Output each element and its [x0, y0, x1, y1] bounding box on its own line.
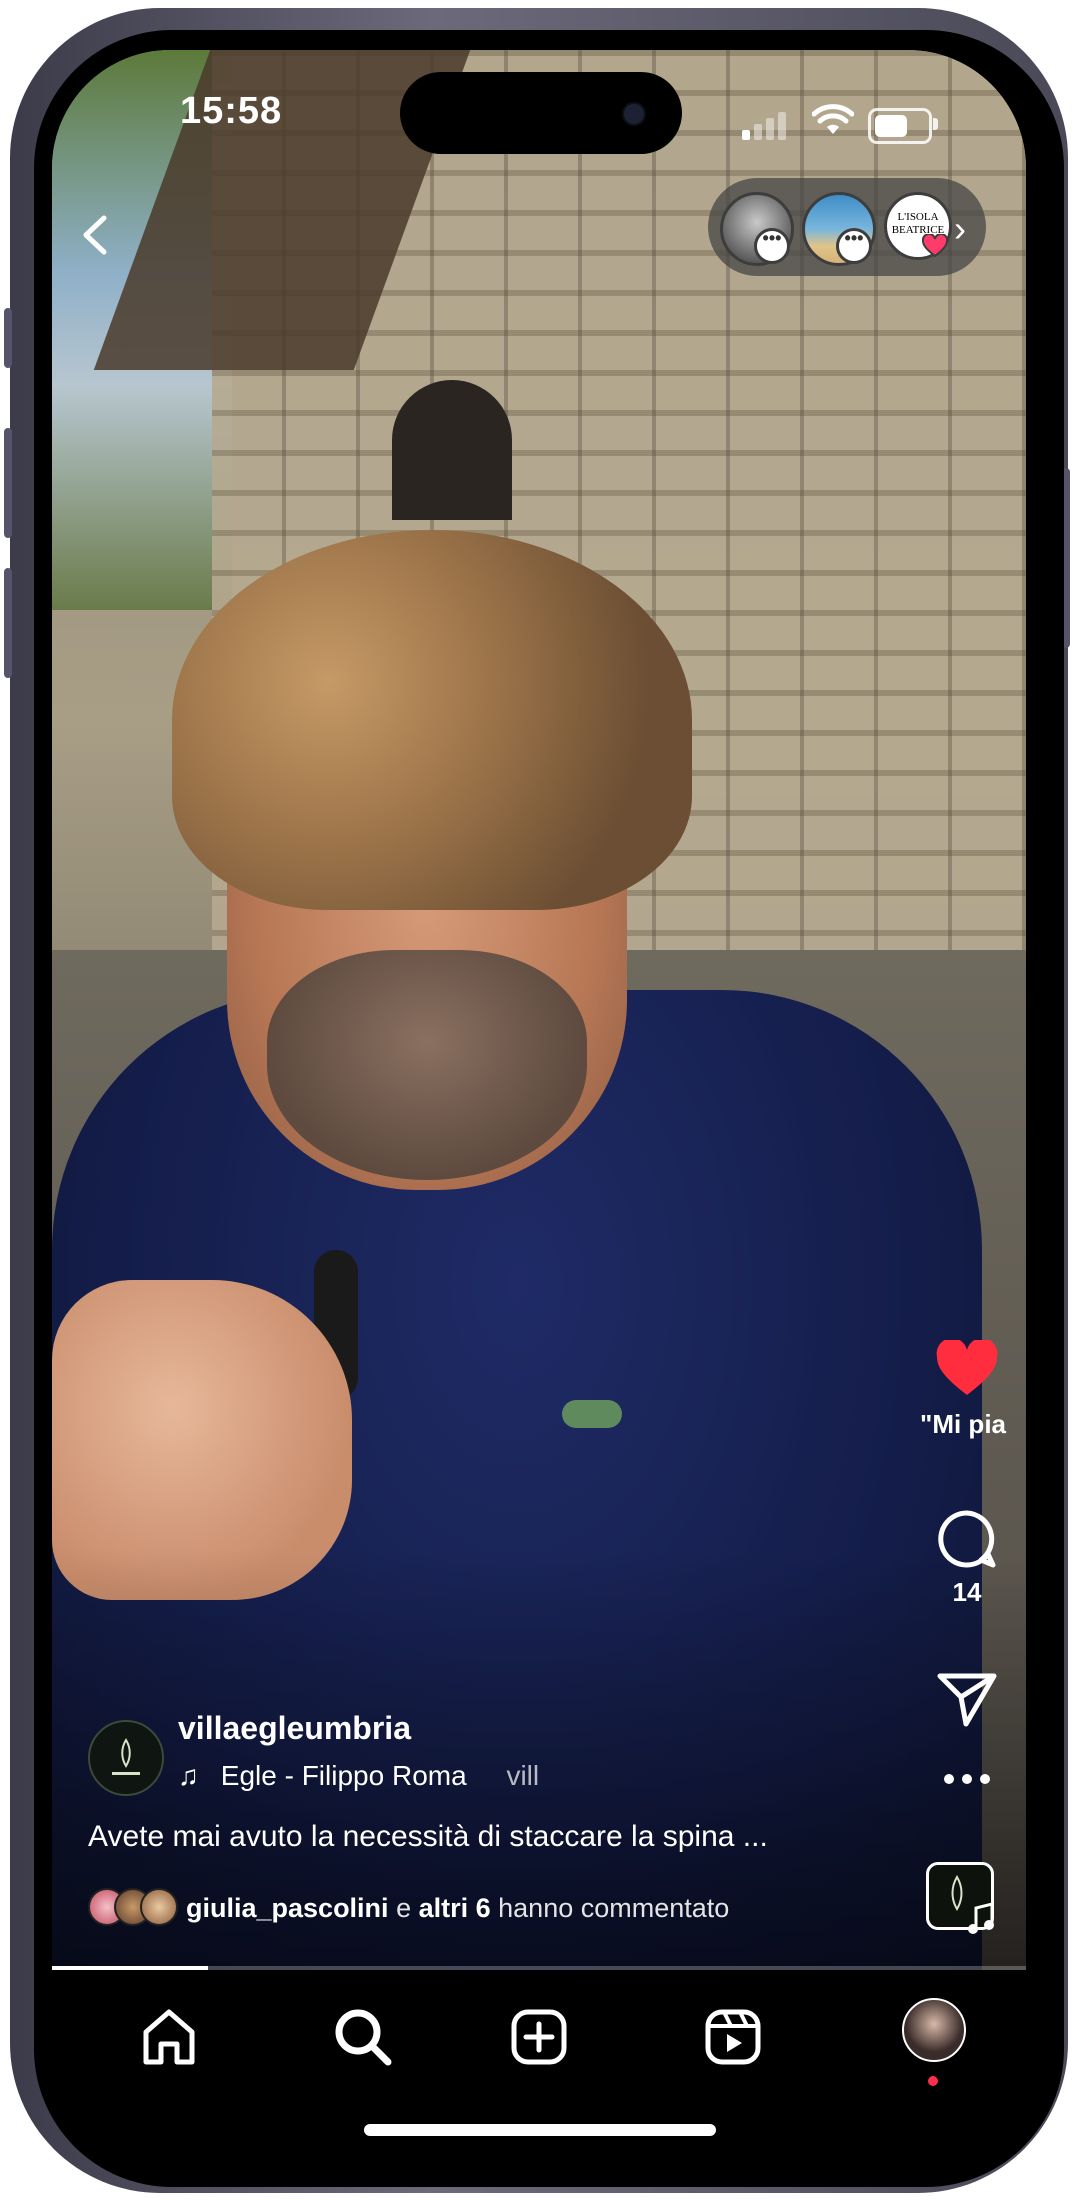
send-icon[interactable] [936, 1670, 998, 1728]
signal-icon [742, 110, 794, 140]
search-icon[interactable] [328, 2002, 398, 2072]
more-options[interactable] [912, 1772, 1022, 1791]
notification-dot [928, 2076, 938, 2086]
screen: 15:58 ••• ••• L'ISOLA BEATRICE › "Mi pia… [52, 50, 1026, 2150]
dynamic-island [400, 72, 682, 154]
shirt-logo [562, 1400, 622, 1428]
share-action[interactable] [912, 1670, 1022, 1733]
status-time: 15:58 [180, 90, 283, 132]
bottom-navigation [52, 1970, 1026, 2150]
music-scroll-text: vill [506, 1760, 540, 1791]
comment-icon[interactable] [936, 1508, 998, 1570]
create-icon[interactable] [504, 2002, 574, 2072]
home-indicator[interactable] [364, 2124, 716, 2136]
comment-summary[interactable]: giulia_pascolini e altri 6 hanno comment… [186, 1893, 729, 1924]
chevron-right-icon[interactable]: › [954, 208, 966, 250]
wall-arch [392, 380, 512, 520]
post-username[interactable]: villaegleumbria [178, 1710, 411, 1747]
music-note-icon [968, 1902, 994, 1934]
comment-count: 14 [952, 1577, 982, 1607]
more-icon[interactable] [942, 1772, 992, 1786]
chat-bubble-icon: ••• [836, 228, 872, 264]
heart-icon[interactable] [935, 1338, 999, 1398]
battery-icon [868, 108, 932, 144]
home-icon[interactable] [134, 2002, 204, 2072]
wifi-icon [812, 104, 854, 134]
post-caption[interactable]: Avete mai avuto la necessità di staccare… [88, 1820, 768, 1854]
profile-avatar[interactable] [902, 1998, 966, 2062]
post-author-avatar[interactable] [88, 1720, 164, 1796]
stories-tray[interactable]: ••• ••• L'ISOLA BEATRICE › [708, 178, 986, 276]
music-note-icon: ♫ [178, 1760, 199, 1791]
like-label: "Mi pia [920, 1409, 1006, 1439]
comment-action[interactable]: 14 [912, 1508, 1022, 1608]
commenter-others: altri 6 [418, 1893, 491, 1923]
like-action[interactable]: "Mi pia [912, 1338, 1022, 1440]
commenter-username: giulia_pascolini [186, 1893, 389, 1923]
person-hair [172, 530, 692, 910]
volume-up-button [4, 428, 12, 538]
reel-video[interactable] [52, 50, 1026, 1970]
camera-icon [622, 102, 646, 126]
reels-icon[interactable] [698, 2002, 768, 2072]
heart-badge-icon [922, 234, 948, 258]
villa-logo-icon [112, 1738, 140, 1775]
volume-down-button [4, 568, 12, 678]
back-arrow-icon[interactable] [66, 200, 136, 270]
silent-switch [4, 308, 12, 368]
chat-bubble-icon: ••• [754, 228, 790, 264]
status-bar: 15:58 [52, 72, 1026, 154]
music-title: Egle - Filippo Roma [220, 1760, 467, 1791]
music-info[interactable]: ♫ Egle - Filippo Roma vill [178, 1760, 539, 1792]
commenter-avatar [140, 1888, 178, 1926]
